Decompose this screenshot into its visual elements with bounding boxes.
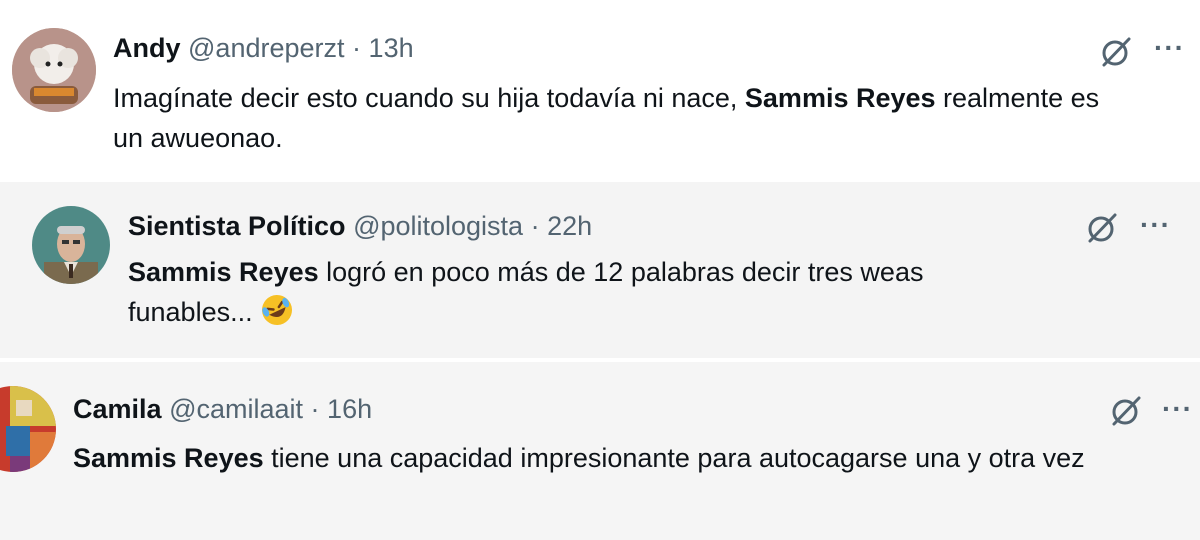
- author-handle[interactable]: @politologista: [353, 211, 523, 241]
- more-button[interactable]: ···: [1154, 34, 1185, 62]
- author-name[interactable]: Andy: [113, 33, 181, 63]
- grok-icon: [1102, 37, 1131, 67]
- dog-avatar-icon: [12, 28, 96, 112]
- mention-text: Sammis Reyes: [128, 257, 319, 287]
- author-name[interactable]: Camila: [73, 394, 162, 424]
- separator-dot: ·: [310, 394, 320, 424]
- tweet-text: Sammis Reyes logró en poco más de 12 pal…: [128, 252, 1048, 338]
- grok-button[interactable]: [1082, 208, 1122, 248]
- tweet-text-part: tiene una capacidad impresionante para a…: [263, 443, 1085, 473]
- more-button[interactable]: ···: [1140, 211, 1171, 239]
- grok-button[interactable]: [1106, 391, 1146, 431]
- timestamp[interactable]: 13h: [369, 33, 414, 63]
- avatar[interactable]: [12, 28, 96, 112]
- separator-dot: ·: [530, 211, 540, 241]
- more-icon: ···: [1140, 209, 1171, 240]
- tweet-card[interactable]: Camila @camilaait · 16h Sammis Reyes tie…: [0, 362, 1200, 540]
- tweet-text: Imagínate decir esto cuando su hija toda…: [113, 78, 1103, 158]
- avatar[interactable]: [32, 206, 110, 284]
- more-icon: ···: [1154, 32, 1185, 63]
- grok-icon: [1088, 213, 1117, 243]
- timestamp[interactable]: 22h: [547, 211, 592, 241]
- colorful-avatar-icon: [0, 386, 56, 472]
- more-icon: ···: [1162, 393, 1193, 424]
- tweet-text: Sammis Reyes tiene una capacidad impresi…: [73, 438, 1198, 478]
- rolling-laughing-emoji: [260, 293, 294, 338]
- grok-icon: [1112, 396, 1141, 426]
- tweet-card[interactable]: Sientista Político @politologista · 22h …: [0, 182, 1200, 358]
- separator-dot: ·: [352, 33, 362, 63]
- author-name[interactable]: Sientista Político: [128, 211, 346, 241]
- timestamp[interactable]: 16h: [327, 394, 372, 424]
- avatar[interactable]: [0, 386, 56, 472]
- tweet-card[interactable]: Andy @andreperzt · 13h Imagínate decir e…: [0, 0, 1200, 180]
- mention-text: Sammis Reyes: [73, 443, 264, 473]
- tweet-header: Andy @andreperzt · 13h: [113, 31, 414, 65]
- grok-button[interactable]: [1096, 32, 1136, 72]
- more-button[interactable]: ···: [1162, 395, 1193, 423]
- tweet-text-part: Imagínate decir esto cuando su hija toda…: [113, 83, 745, 113]
- mention-text: Sammis Reyes: [744, 83, 936, 113]
- tweet-header: Sientista Político @politologista · 22h: [128, 209, 592, 243]
- author-handle[interactable]: @andreperzt: [188, 33, 345, 63]
- author-handle[interactable]: @camilaait: [169, 394, 303, 424]
- tweet-header: Camila @camilaait · 16h: [73, 392, 372, 426]
- man-portrait-avatar-icon: [32, 206, 110, 284]
